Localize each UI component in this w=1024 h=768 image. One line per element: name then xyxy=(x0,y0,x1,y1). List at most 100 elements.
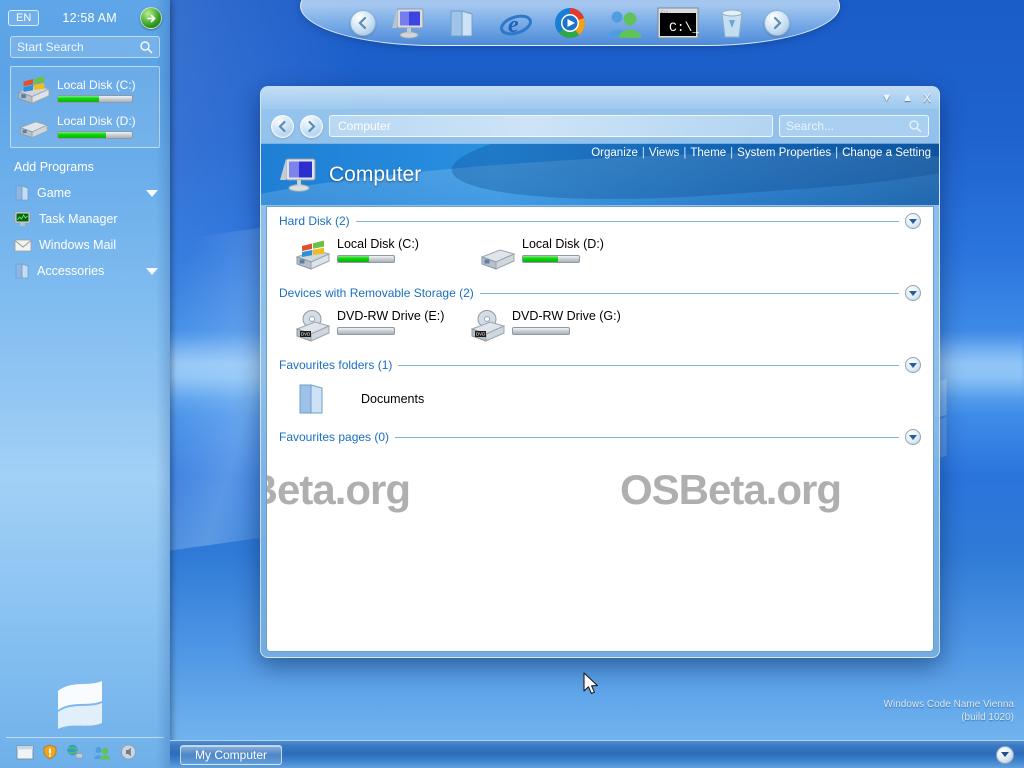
dock-item-contacts[interactable] xyxy=(602,3,646,43)
group-header-hard-disk[interactable]: Hard Disk (2) xyxy=(267,207,933,231)
close-button[interactable]: X xyxy=(923,92,931,104)
dock-item-recycle-bin[interactable] xyxy=(710,3,754,43)
hard-drive-icon xyxy=(19,121,49,139)
svg-text:e: e xyxy=(508,12,519,38)
group-header-favourites-pages[interactable]: Favourites pages (0) xyxy=(267,423,933,447)
drive-usage-bar xyxy=(337,327,395,335)
group-header-favourites-folders[interactable]: Favourites folders (1) xyxy=(267,351,933,375)
volume-speaker-icon[interactable] xyxy=(120,744,137,760)
explorer-content: OSBeta.org OSBeta.org Hard Disk (2) xyxy=(266,206,934,652)
chevron-down-icon[interactable] xyxy=(996,745,1014,764)
group-collapse-chevron-down-icon[interactable] xyxy=(905,357,921,373)
sidebar-tray xyxy=(0,738,170,768)
banner-link-organize[interactable]: Organize xyxy=(591,147,638,159)
address-bar[interactable]: Computer xyxy=(329,115,773,137)
group-rule xyxy=(395,436,899,438)
group-collapse-chevron-down-icon[interactable] xyxy=(905,429,921,445)
language-indicator[interactable]: EN xyxy=(8,10,40,26)
search-icon xyxy=(909,120,922,133)
sidebar-drive-usage-bar xyxy=(57,94,133,103)
dvd-item-g[interactable]: DVD DVD-RW Drive (G:) xyxy=(468,309,643,345)
build-watermark-line1: Windows Code Name Vienna xyxy=(883,699,1014,710)
folder-name: Documents xyxy=(361,392,425,406)
group-title: Hard Disk (2) xyxy=(279,214,350,228)
build-watermark: Windows Code Name Vienna (build 1020) xyxy=(884,698,1014,724)
group-rule xyxy=(479,292,899,294)
group-header-removable-storage[interactable]: Devices with Removable Storage (2) xyxy=(267,279,933,303)
svg-text:DVD: DVD xyxy=(476,332,485,337)
banner-separator: | xyxy=(835,147,839,159)
forward-arrow-icon[interactable] xyxy=(300,114,323,138)
dock-back-arrow-icon[interactable] xyxy=(350,10,376,36)
drive-name: DVD-RW Drive (G:) xyxy=(512,309,621,323)
banner-separator: | xyxy=(683,147,687,159)
dock-item-command-prompt[interactable]: C:\ C:\_ xyxy=(656,3,700,43)
add-programs-label: Add Programs xyxy=(14,160,94,174)
folder-item-documents[interactable]: Documents xyxy=(295,381,495,417)
group-items-removable-storage: DVD DVD-RW Drive (E:) DVD DVD-RW Drive (… xyxy=(267,303,933,351)
maximize-button[interactable]: ▲ xyxy=(902,92,913,104)
banner-link-change-a-setting[interactable]: Change a Setting xyxy=(842,147,931,159)
group-collapse-chevron-down-icon[interactable] xyxy=(905,213,921,229)
sidebar-item-label: Windows Mail xyxy=(39,238,117,252)
banner-links: Organize | Views | Theme | System Proper… xyxy=(591,147,931,159)
drive-usage-bar xyxy=(337,255,395,263)
drive-name: DVD-RW Drive (E:) xyxy=(337,309,445,323)
build-watermark-line2: (build 1020) xyxy=(961,712,1014,723)
folder-accessories-icon xyxy=(15,263,29,279)
start-panel-sidebar: EN 12:58 AM Start Search Local Disk (C:)… xyxy=(0,0,170,768)
watermark-osbeta-2: OSBeta.org xyxy=(620,466,842,513)
top-dock-items: e C:\ C:\_ xyxy=(300,0,840,46)
sidebar-drive-d[interactable]: Local Disk (D:) xyxy=(15,111,153,141)
chevron-down-icon[interactable] xyxy=(146,267,158,275)
power-arrow-icon[interactable] xyxy=(140,7,162,29)
show-desktop-icon[interactable] xyxy=(16,745,34,760)
drive-item-d[interactable]: Local Disk (D:) xyxy=(478,237,663,273)
windows-flag-logo xyxy=(0,679,170,737)
drive-usage-bar xyxy=(512,327,570,335)
taskbar-button-my-computer[interactable]: My Computer xyxy=(180,744,283,765)
banner-title-group: Computer xyxy=(277,156,421,194)
sidebar-drives-panel: Local Disk (C:) Local Disk (D:) xyxy=(10,66,160,148)
banner-link-theme[interactable]: Theme xyxy=(690,147,726,159)
folder-games-icon xyxy=(15,185,29,201)
task-manager-icon xyxy=(14,211,31,226)
chevron-down-icon[interactable] xyxy=(146,189,158,197)
group-title: Devices with Removable Storage (2) xyxy=(279,286,474,300)
dock-item-my-computer[interactable] xyxy=(386,3,430,43)
back-arrow-icon[interactable] xyxy=(271,114,294,138)
dvd-item-e[interactable]: DVD DVD-RW Drive (E:) xyxy=(293,309,468,345)
banner-separator: | xyxy=(641,147,645,159)
taskbar-button-label: My Computer xyxy=(195,747,268,762)
sidebar-drive-name: Local Disk (D:) xyxy=(57,113,136,128)
sidebar-item-windows-mail[interactable]: Windows Mail xyxy=(0,232,170,258)
search-input[interactable]: Search... xyxy=(779,115,929,137)
dock-forward-arrow-icon[interactable] xyxy=(764,10,790,36)
sidebar-header: EN 12:58 AM xyxy=(0,0,170,33)
group-collapse-chevron-down-icon[interactable] xyxy=(905,285,921,301)
sidebar-item-task-manager[interactable]: Task Manager xyxy=(0,206,170,232)
group-items-favourites-folders: Documents xyxy=(267,375,933,423)
windows-drive-icon xyxy=(295,240,331,270)
group-rule xyxy=(398,364,899,366)
sidebar-item-label: Accessories xyxy=(37,264,105,278)
sidebar-footer xyxy=(0,679,170,768)
dock-item-internet-explorer[interactable]: e xyxy=(494,3,538,43)
dock-item-media-player[interactable] xyxy=(548,3,592,43)
dock-item-folder[interactable] xyxy=(440,3,484,43)
users-icon[interactable] xyxy=(93,745,111,760)
banner-link-views[interactable]: Views xyxy=(649,147,679,159)
drive-item-c[interactable]: Local Disk (C:) xyxy=(293,237,478,273)
minimize-button[interactable]: ▼ xyxy=(881,92,892,104)
window-titlebar[interactable]: ▼ ▲ X xyxy=(261,87,939,109)
sidebar-item-accessories[interactable]: Accessories xyxy=(0,258,170,284)
sidebar-item-label: Game xyxy=(37,186,72,200)
network-globe-icon[interactable] xyxy=(66,744,84,760)
start-search-input[interactable]: Start Search xyxy=(10,36,160,58)
sidebar-drive-c[interactable]: Local Disk (C:) xyxy=(15,73,153,107)
svg-text:C:\_: C:\_ xyxy=(669,20,699,35)
mail-icon xyxy=(14,239,32,252)
sidebar-item-game[interactable]: Game xyxy=(0,180,170,206)
security-shield-icon[interactable] xyxy=(43,744,57,760)
banner-link-system-properties[interactable]: System Properties xyxy=(737,147,831,159)
